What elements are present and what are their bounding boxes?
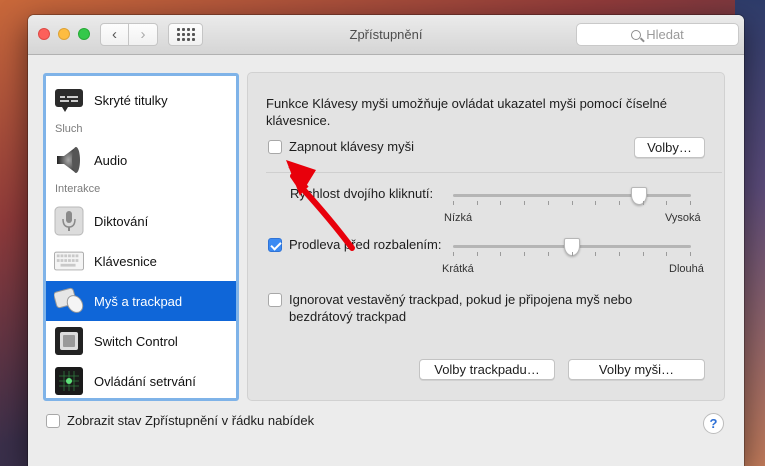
category-list[interactable]: Skryté titulky Sluch Audio Interakce Dik…	[43, 73, 239, 401]
double-click-speed-label: Rychlost dvojího kliknutí:	[290, 186, 434, 201]
mouse-keys-row[interactable]: Zapnout klávesy myši	[268, 139, 414, 154]
spring-min-label: Krátká	[442, 263, 474, 275]
slider-tick	[571, 201, 573, 205]
slider-tick	[524, 201, 526, 205]
slider-tick	[453, 252, 454, 256]
sidebar-item-label: Diktování	[94, 213, 149, 229]
mouse-keys-checkbox[interactable]	[268, 139, 282, 154]
ignore-trackpad-row[interactable]: Ignorovat vestavěný trackpad, pokud je p…	[268, 291, 668, 325]
title-bar: ‹ › Zpřístupnění Hledat	[28, 15, 744, 55]
dwell-control-icon	[54, 366, 84, 396]
trackpad-options-button[interactable]: Volby trackpadu…	[419, 359, 555, 380]
sidebar-item-label: Switch Control	[94, 333, 178, 349]
slider-tick	[618, 201, 620, 205]
search-placeholder: Hledat	[646, 27, 684, 42]
sidebar-item-mouse-trackpad[interactable]: Myš a trackpad	[46, 281, 236, 321]
settings-pane: Funkce Klávesy myši umožňuje ovládat uka…	[247, 72, 725, 401]
slider-tick	[547, 201, 549, 205]
slider-tick	[476, 201, 478, 205]
divider	[266, 172, 722, 173]
slider-tick	[618, 252, 620, 256]
slider-tick	[666, 252, 668, 256]
slider-tick	[595, 201, 597, 205]
slider-tick	[642, 201, 644, 205]
sidebar-item-captions[interactable]: Skryté titulky	[46, 80, 236, 120]
slider-tick	[453, 201, 454, 205]
search-field[interactable]: Hledat	[576, 23, 739, 46]
preferences-window: ‹ › Zpřístupnění Hledat Skryté titulky S…	[28, 15, 744, 466]
spring-loading-label: Prodleva před rozbalením:	[289, 237, 442, 252]
speaker-icon	[54, 145, 84, 175]
slider-thumb[interactable]	[630, 187, 647, 205]
sidebar-item-dictation[interactable]: Diktování	[46, 201, 236, 241]
sidebar-item-switch-control[interactable]: Switch Control	[46, 321, 236, 361]
sidebar-item-label: Audio	[94, 152, 128, 168]
sidebar-item-audio[interactable]: Audio	[46, 140, 236, 180]
switch-control-icon	[54, 326, 84, 356]
sidebar-item-label: Skryté titulky	[94, 92, 168, 108]
section-header-interaction: Interakce	[55, 183, 101, 195]
double-click-speed-slider[interactable]	[453, 187, 691, 205]
double-click-min-label: Nízká	[444, 212, 473, 224]
microphone-icon	[54, 206, 84, 236]
help-button[interactable]: ?	[703, 413, 724, 434]
spring-loading-slider[interactable]	[453, 238, 691, 256]
double-click-max-label: Vysoká	[665, 212, 701, 224]
sidebar-item-keyboard[interactable]: Klávesnice	[46, 241, 236, 281]
captions-icon	[54, 85, 84, 115]
search-icon	[631, 29, 642, 40]
mouse-keys-label: Zapnout klávesy myši	[289, 139, 414, 154]
slider-tick	[690, 252, 691, 256]
mouse-trackpad-icon	[54, 286, 84, 316]
sidebar-item-label: Myš a trackpad	[94, 293, 183, 309]
show-status-label: Zobrazit stav Zpřístupnění v řádku nabíd…	[67, 413, 315, 428]
section-header-hearing: Sluch	[55, 123, 83, 135]
sidebar-item-label: Klávesnice	[94, 253, 157, 269]
ignore-trackpad-checkbox[interactable]	[268, 293, 282, 307]
slider-tick	[595, 252, 597, 256]
slider-tick	[547, 252, 549, 256]
spring-loading-checkbox[interactable]	[268, 237, 282, 252]
slider-tick	[500, 252, 502, 256]
mouse-keys-options-button[interactable]: Volby…	[634, 137, 705, 158]
spring-max-label: Dlouhá	[669, 263, 704, 275]
show-status-checkbox[interactable]	[46, 413, 60, 428]
slider-tick	[500, 201, 502, 205]
slider-tick	[642, 252, 644, 256]
slider-tick	[476, 252, 478, 256]
slider-tick	[666, 201, 668, 205]
mouse-options-button[interactable]: Volby myši…	[568, 359, 705, 380]
sidebar-item-dwell-control[interactable]: Ovládání setrvání	[46, 361, 236, 398]
slider-tick	[690, 201, 691, 205]
show-status-row[interactable]: Zobrazit stav Zpřístupnění v řádku nabíd…	[46, 413, 314, 428]
keyboard-icon	[54, 246, 84, 276]
sidebar-item-label: Ovládání setrvání	[94, 373, 196, 389]
mouse-keys-description: Funkce Klávesy myši umožňuje ovládat uka…	[266, 96, 668, 128]
slider-tick	[571, 252, 573, 256]
ignore-trackpad-label: Ignorovat vestavěný trackpad, pokud je p…	[289, 292, 633, 324]
slider-tick	[524, 252, 526, 256]
spring-loading-row[interactable]: Prodleva před rozbalením:	[268, 237, 441, 252]
